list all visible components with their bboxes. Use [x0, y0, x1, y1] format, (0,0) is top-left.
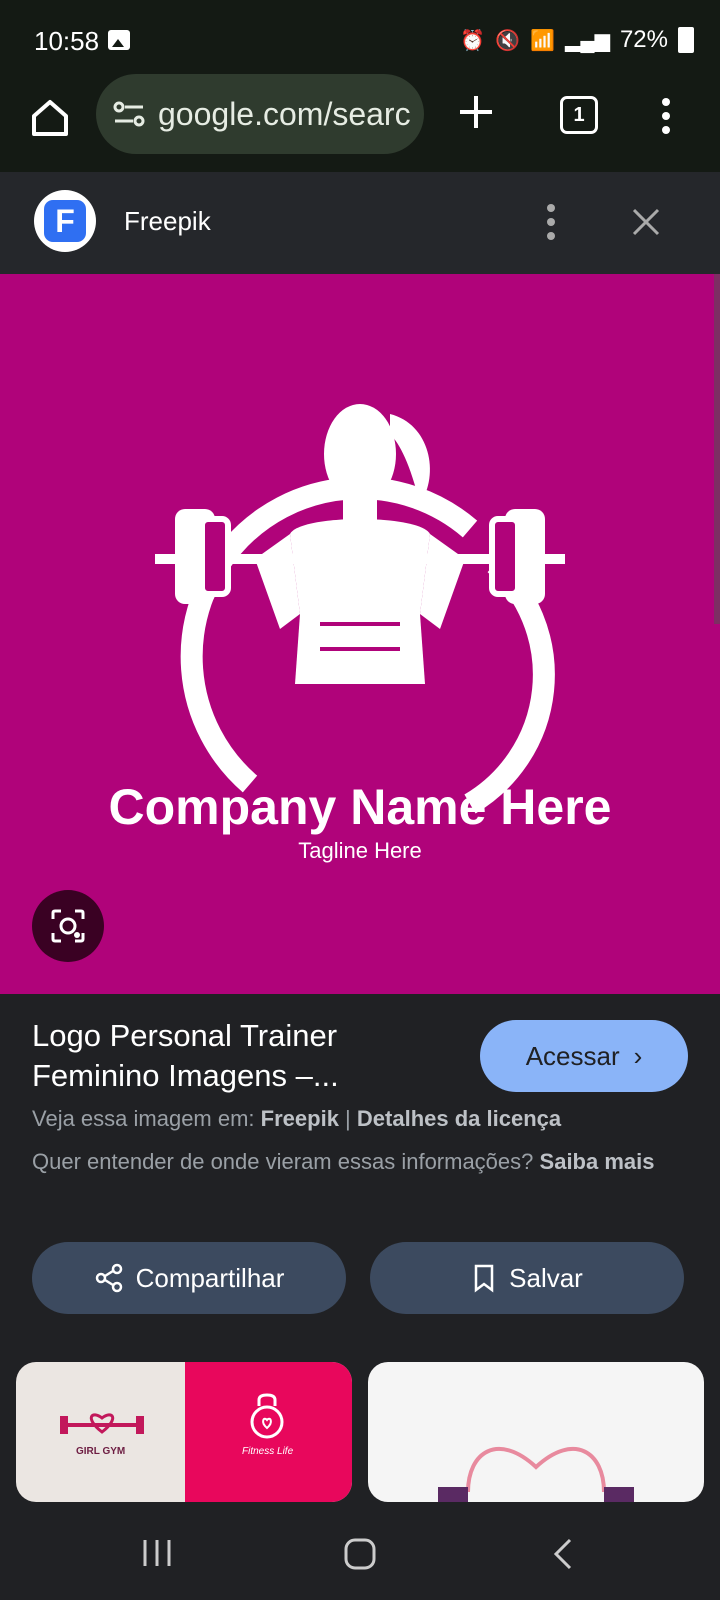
system-navigation-bar [0, 1502, 720, 1600]
heart-outline-graphic [438, 1447, 634, 1502]
information-question: Quer entender de onde vieram essas infor… [32, 1146, 682, 1178]
thumbnail-text: Fitness Life [242, 1446, 294, 1457]
gallery-icon [108, 30, 130, 50]
preview-image[interactable]: Company Name Here Tagline Here [0, 274, 720, 994]
alarm-icon: ⏰ [460, 29, 486, 52]
status-icons: ⏰ 🔇 📶 ▂▄▆ 72% [460, 26, 694, 54]
kettlebell-icon [250, 1393, 284, 1439]
signal-icon: ▂▄▆ [565, 29, 610, 52]
freepik-logo: F [34, 190, 96, 252]
image-source-header: F Freepik [0, 172, 720, 274]
source-name[interactable]: Freepik [124, 206, 211, 237]
more-options-icon[interactable] [660, 96, 672, 136]
status-time: 10:58 [34, 26, 100, 56]
scrollbar-thumb[interactable] [714, 274, 720, 624]
tab-switcher-button[interactable]: 1 [560, 96, 598, 134]
mute-icon: 🔇 [495, 29, 521, 52]
share-icon [95, 1263, 122, 1293]
learn-more-link[interactable]: Saiba mais [540, 1149, 655, 1174]
chevron-right-icon: › [633, 1040, 643, 1071]
related-image-thumbnail[interactable]: GIRL GYM Fitness Life [16, 1362, 352, 1502]
dumbbell-heart-icon [60, 1413, 144, 1434]
battery-percentage: 72% [619, 26, 668, 53]
save-label: Salvar [509, 1262, 583, 1293]
home-icon[interactable] [28, 96, 72, 140]
bookmark-icon [474, 1264, 494, 1293]
address-bar[interactable]: google.com/searc [96, 74, 424, 154]
share-button[interactable]: Compartilhar [32, 1242, 346, 1314]
lens-icon [51, 909, 85, 943]
open-button[interactable]: Acessar › [480, 1020, 688, 1092]
new-tab-icon[interactable] [456, 92, 496, 132]
battery-icon [678, 27, 694, 53]
thumbnail-text: GIRL GYM [76, 1446, 126, 1457]
related-image-thumbnail[interactable] [368, 1362, 704, 1502]
url-text: google.com/searc [158, 95, 411, 132]
back-icon[interactable] [548, 1536, 576, 1572]
browser-toolbar: google.com/searc 1 [0, 74, 720, 172]
home-button-icon[interactable] [342, 1536, 378, 1572]
question-text: Quer entender de onde vieram essas infor… [32, 1149, 534, 1174]
site-settings-icon[interactable] [112, 99, 146, 129]
logo-tagline: Tagline Here [298, 838, 422, 863]
open-button-label: Acessar [525, 1040, 620, 1071]
logo-company-name: Company Name Here [108, 779, 612, 835]
close-icon[interactable] [630, 206, 662, 238]
license-link[interactable]: Detalhes da licença [357, 1106, 561, 1131]
share-label: Compartilhar [135, 1262, 285, 1293]
status-bar: 10:58 ⏰ 🔇 📶 ▂▄▆ 72% [0, 0, 720, 80]
source-more-icon[interactable] [546, 202, 556, 242]
source-line: Veja essa imagem em: Freepik | Detalhes … [32, 1106, 562, 1131]
view-prefix: Veja essa imagem em: [32, 1106, 255, 1131]
view-source-link[interactable]: Freepik [261, 1106, 339, 1131]
fitness-logo-illustration [155, 404, 565, 814]
lens-search-button[interactable] [32, 890, 104, 962]
save-button[interactable]: Salvar [370, 1242, 684, 1314]
wifi-icon: 📶 [530, 29, 556, 52]
result-title[interactable]: Logo Personal Trainer Feminino Imagens –… [32, 1016, 452, 1096]
recent-apps-icon[interactable] [140, 1536, 174, 1570]
